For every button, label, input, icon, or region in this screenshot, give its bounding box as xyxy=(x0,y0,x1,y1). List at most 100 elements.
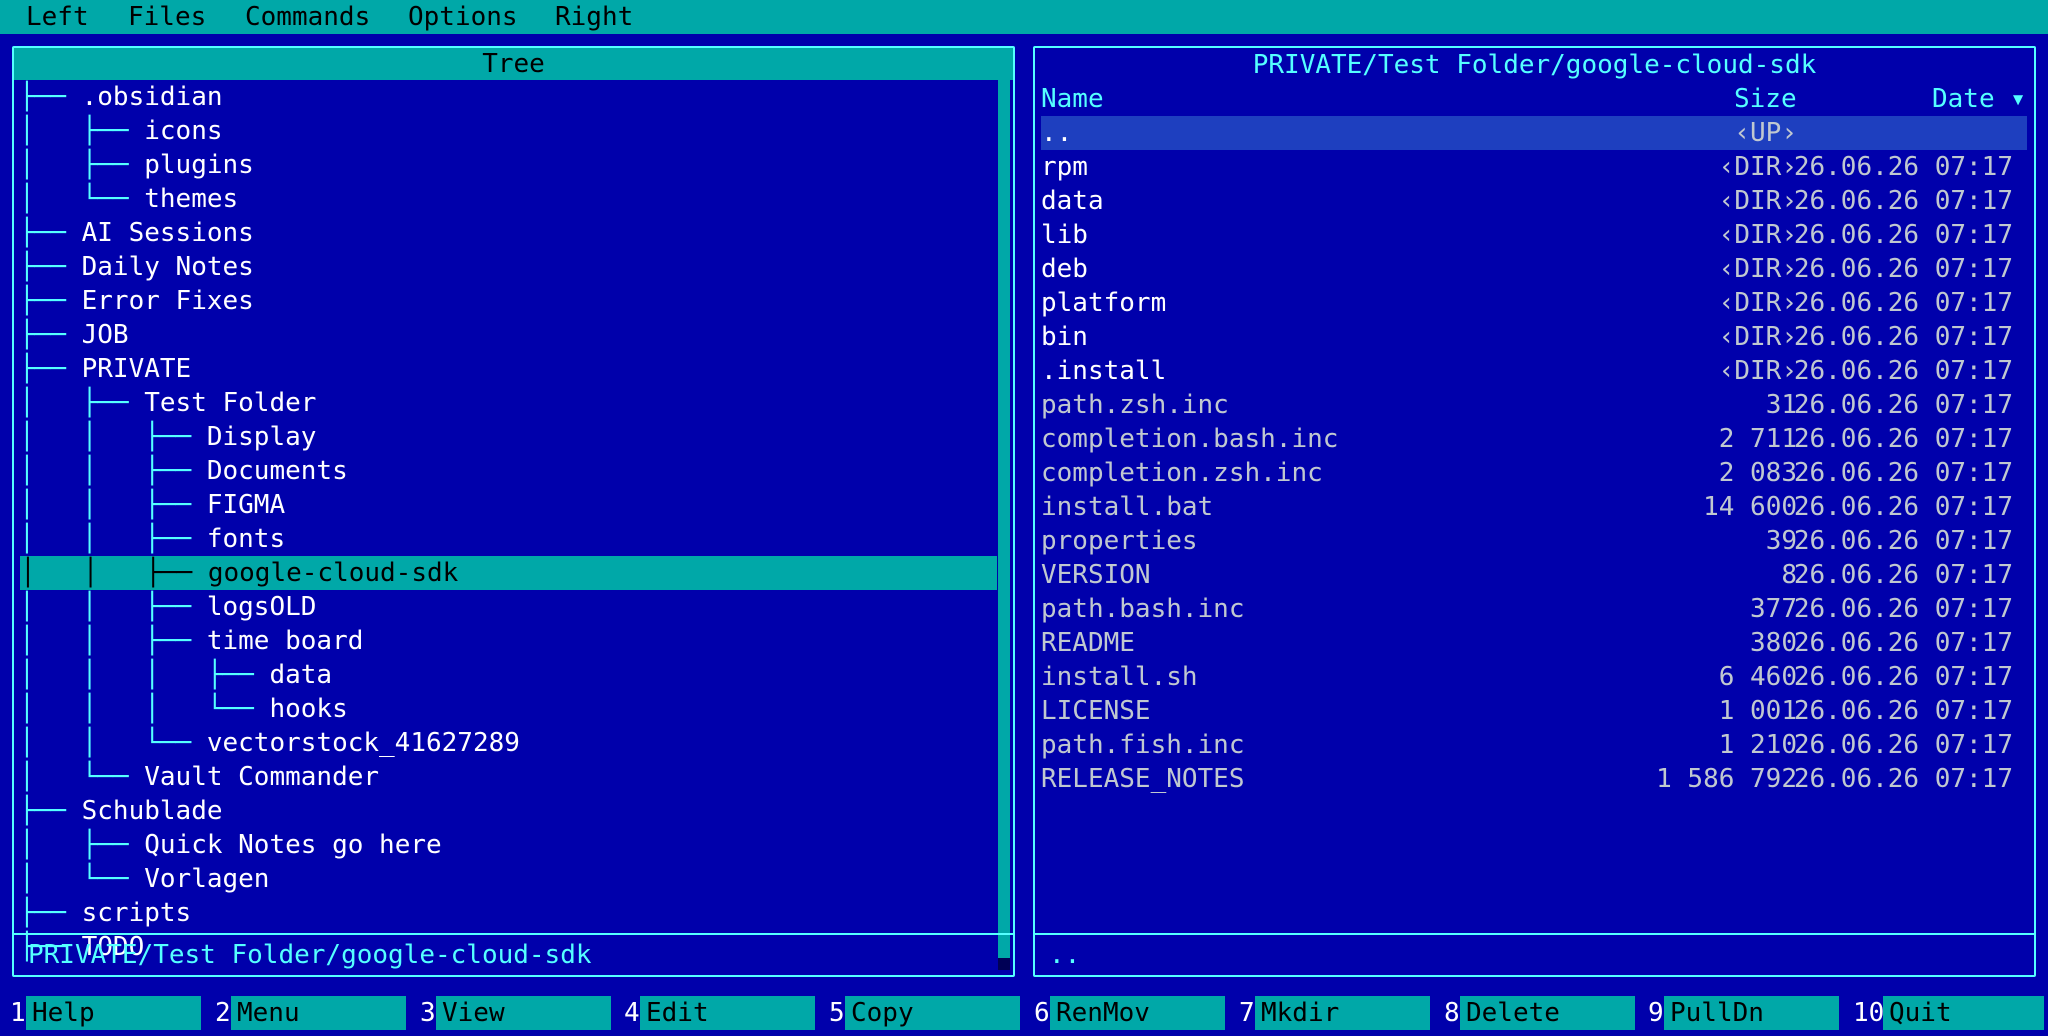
fkey-delete[interactable]: 8 Delete xyxy=(1434,996,1635,1030)
fkey-copy[interactable]: 5 Copy xyxy=(819,996,1020,1030)
file-date: 26.06.26 07:17 xyxy=(1793,560,2013,590)
tree-item-label: JOB xyxy=(81,320,129,350)
tree-item[interactable]: ├── PRIVATE xyxy=(19,352,997,386)
file-row[interactable]: platform ‹DIR› 26.06.26 07:17 xyxy=(1041,286,2027,320)
file-name: lib xyxy=(1041,220,1088,250)
tree-item[interactable]: │ │ └── vectorstock_41627289 xyxy=(19,726,997,760)
file-list[interactable]: .. ‹UP› rpm ‹DIR› 26.06.26 07:17 data ‹DIR› 26.… xyxy=(1028,116,2041,916)
tree-branch-lines: │ ├── xyxy=(19,388,145,418)
fkey-menu[interactable]: 2 Menu xyxy=(205,996,406,1030)
file-size: ‹DIR› xyxy=(1718,220,1797,250)
tree-item[interactable]: │ │ │ ├── data xyxy=(19,658,997,692)
file-row[interactable]: deb ‹DIR› 26.06.26 07:17 xyxy=(1041,252,2027,286)
file-name: data xyxy=(1041,186,1104,216)
file-row[interactable]: path.zsh.inc 31 26.06.26 07:17 xyxy=(1041,388,2027,422)
tree-item[interactable]: │ └── themes xyxy=(19,182,997,216)
tree-item-label: Test Folder xyxy=(144,388,317,418)
tree-item[interactable]: ├── Error Fixes xyxy=(19,284,997,318)
tree-branch-lines: │ │ ├── xyxy=(19,524,207,554)
tree-item[interactable]: │ │ ├── fonts xyxy=(19,522,997,556)
fkey-quit[interactable]: 10 Quit xyxy=(1843,996,2044,1030)
tree-item-label: plugins xyxy=(144,150,254,180)
tree-item-label: logsOLD xyxy=(206,592,317,622)
tree-item[interactable]: │ ├── plugins xyxy=(19,148,997,182)
file-name: path.zsh.inc xyxy=(1041,390,1229,420)
file-row[interactable]: bin ‹DIR› 26.06.26 07:17 xyxy=(1041,320,2027,354)
tree-item[interactable]: ├── JOB xyxy=(19,318,997,352)
fkey-label: Copy xyxy=(845,996,1020,1030)
file-row[interactable]: properties 39 26.06.26 07:17 xyxy=(1041,524,2027,558)
file-size: 2 083 xyxy=(1718,458,1797,488)
tree-item[interactable]: │ └── Vault Commander xyxy=(19,760,997,794)
tree-item[interactable]: ├── AI Sessions xyxy=(19,216,997,250)
file-row[interactable]: LICENSE 1 001 26.06.26 07:17 xyxy=(1041,694,2027,728)
tree-scrollbar[interactable] xyxy=(998,80,1010,970)
file-date: 26.06.26 07:17 xyxy=(1793,458,2013,488)
file-row[interactable]: README 380 26.06.26 07:17 xyxy=(1041,626,2027,660)
file-row[interactable]: .install ‹DIR› 26.06.26 07:17 xyxy=(1041,354,2027,388)
file-date: 26.06.26 07:17 xyxy=(1793,254,2013,284)
file-row[interactable]: completion.bash.inc 2 711 26.06.26 07:17 xyxy=(1041,422,2027,456)
file-date: 26.06.26 07:17 xyxy=(1793,594,2013,624)
file-status: .. xyxy=(1035,933,2034,975)
file-row[interactable]: install.bat 14 600 26.06.26 07:17 xyxy=(1041,490,2027,524)
menu-right[interactable]: Right xyxy=(555,0,633,34)
tree-item[interactable]: ├── .obsidian xyxy=(19,80,997,114)
column-header-name[interactable]: Name xyxy=(1041,82,1104,116)
tree-item[interactable]: │ │ ├── time board xyxy=(19,624,997,658)
menu-left[interactable]: Left xyxy=(26,0,89,34)
file-row[interactable]: path.fish.inc 1 210 26.06.26 07:17 xyxy=(1041,728,2027,762)
tree-item[interactable]: ├── Daily Notes xyxy=(19,250,997,284)
file-row[interactable]: VERSION 8 26.06.26 07:17 xyxy=(1041,558,2027,592)
file-row[interactable]: data ‹DIR› 26.06.26 07:17 xyxy=(1041,184,2027,218)
tree-item[interactable]: │ │ ├── FIGMA xyxy=(19,488,997,522)
file-size: ‹DIR› xyxy=(1718,186,1797,216)
menu-options[interactable]: Options xyxy=(408,0,518,34)
tree-item-label: time board xyxy=(206,626,364,656)
file-row[interactable]: RELEASE_NOTES 1 586 792 26.06.26 07:17 xyxy=(1041,762,2027,796)
menu-files[interactable]: Files xyxy=(128,0,206,34)
tree-branch-lines: ├── xyxy=(19,898,82,928)
tree-item[interactable]: │ │ ├── Documents xyxy=(19,454,997,488)
fkey-help[interactable]: 1 Help xyxy=(0,996,201,1030)
file-name: VERSION xyxy=(1041,560,1151,590)
tree-item[interactable]: │ ├── Test Folder xyxy=(19,386,997,420)
menu-commands[interactable]: Commands xyxy=(245,0,370,34)
tree-panel[interactable]: Tree ├── .obsidian │ ├── icons │ ├── plugi… xyxy=(7,41,1020,982)
file-name: install.bat xyxy=(1041,492,1214,522)
file-name: install.sh xyxy=(1041,662,1198,692)
tree-item[interactable]: │ │ ├── Display xyxy=(19,420,997,454)
file-name: completion.zsh.inc xyxy=(1041,458,1323,488)
tree-list[interactable]: ├── .obsidian │ ├── icons │ ├── plugins │ └… xyxy=(7,80,997,970)
file-row[interactable]: path.bash.inc 377 26.06.26 07:17 xyxy=(1041,592,2027,626)
fkey-label: Edit xyxy=(640,996,815,1030)
file-row[interactable]: completion.zsh.inc 2 083 26.06.26 07:17 xyxy=(1041,456,2027,490)
file-row[interactable]: lib ‹DIR› 26.06.26 07:17 xyxy=(1041,218,2027,252)
tree-branch-lines: │ └── xyxy=(19,184,145,214)
file-date: 26.06.26 07:17 xyxy=(1793,390,2013,420)
tree-item[interactable]: │ │ │ └── hooks xyxy=(19,692,997,726)
fkey-label: Help xyxy=(26,996,201,1030)
tree-item[interactable]: │ ├── icons xyxy=(19,114,997,148)
file-row[interactable]: install.sh 6 460 26.06.26 07:17 xyxy=(1041,660,2027,694)
tree-item-label: Vault Commander xyxy=(144,762,380,792)
fkey-mkdir[interactable]: 7 Mkdir xyxy=(1229,996,1430,1030)
parent-dir-row[interactable]: .. ‹UP› xyxy=(1041,116,2027,150)
file-size: ‹DIR› xyxy=(1718,322,1797,352)
tree-branch-lines: ├── xyxy=(19,252,82,282)
tree-branch-lines: │ └── xyxy=(19,762,145,792)
tree-item[interactable]: │ │ ├── logsOLD xyxy=(19,590,997,624)
tree-item[interactable]: │ ├── Quick Notes go here xyxy=(19,828,997,862)
fkey-renmov[interactable]: 6 RenMov xyxy=(1024,996,1225,1030)
fkey-view[interactable]: 3 View xyxy=(410,996,611,1030)
tree-item[interactable]: ├── scripts xyxy=(19,896,997,930)
tree-item[interactable]: ├── Schublade xyxy=(19,794,997,828)
file-panel[interactable]: PRIVATE/Test Folder/google-cloud-sdk Nam… xyxy=(1028,41,2041,982)
fkey-pulldn[interactable]: 9 PullDn xyxy=(1638,996,1839,1030)
tree-item[interactable]: │ └── Vorlagen xyxy=(19,862,997,896)
tree-item[interactable]: │ │ ├── google-cloud-sdk xyxy=(20,556,997,590)
fkey-edit[interactable]: 4 Edit xyxy=(614,996,815,1030)
column-header-date[interactable]: Date ▾ xyxy=(1932,82,2026,116)
file-row[interactable]: rpm ‹DIR› 26.06.26 07:17 xyxy=(1041,150,2027,184)
column-header-size[interactable]: Size xyxy=(1734,82,1797,116)
